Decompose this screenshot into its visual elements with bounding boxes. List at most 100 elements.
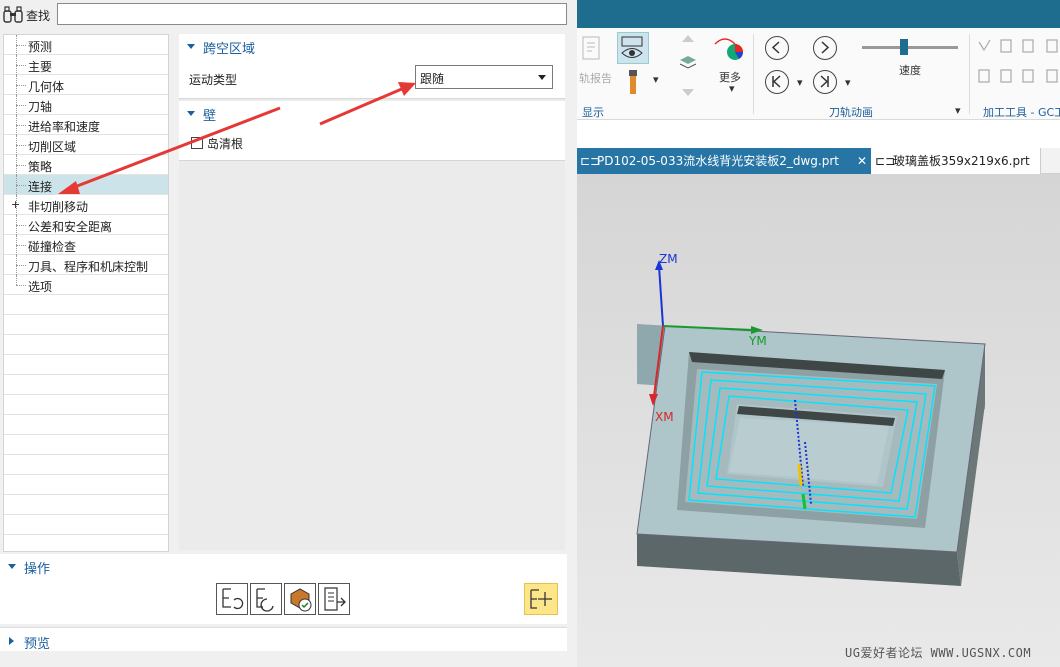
display-toggle-button[interactable] — [617, 32, 649, 64]
tree-empty-row — [4, 295, 168, 315]
expand-icon[interactable] — [9, 637, 14, 645]
tree-connector — [16, 225, 26, 226]
chevron-down-icon[interactable]: ▾ — [653, 73, 659, 86]
tree-empty-row — [4, 335, 168, 355]
motion-type-select[interactable]: 跟随 — [415, 65, 553, 89]
tree-item-tolerances[interactable]: 公差和安全距离 — [4, 215, 168, 235]
tree-connector — [16, 275, 17, 285]
chevron-down-icon[interactable]: ▾ — [729, 82, 735, 95]
display-group-label: 显示 — [582, 106, 604, 119]
collapse-icon[interactable] — [187, 44, 195, 49]
replay-button[interactable] — [250, 583, 282, 615]
tree-item-tool-axis[interactable]: 刀轴 — [4, 95, 168, 115]
binoculars-icon — [3, 6, 23, 23]
tree-connector — [16, 145, 26, 146]
list-icon — [324, 587, 346, 611]
tree-connector — [16, 265, 26, 266]
part-icon: ⊏⊐ — [580, 154, 601, 168]
tab-active-part[interactable]: ⊏⊐ PD102-05-033流水线背光安装板2_dwg.prt ✕ — [577, 148, 871, 174]
island-cleanup-checkbox[interactable] — [191, 137, 203, 149]
tree-item-cut-area[interactable]: 切削区域 — [4, 135, 168, 155]
tree-item-label: 主要 — [28, 60, 53, 74]
animation-group-label: 刀轨动画 — [829, 106, 873, 119]
tree-empty-row — [4, 475, 168, 495]
collapse-icon[interactable] — [187, 111, 195, 116]
operations-group: 操作 — [0, 554, 567, 624]
tree-item-label: 公差和安全距离 — [28, 220, 113, 234]
tree-connector — [16, 65, 26, 66]
tree-connector — [16, 125, 26, 126]
z-axis-label: ZM — [659, 252, 678, 266]
ribbon: 轨报告 ▾ 更多 ▾ 显示 ▾ ▾ 速度 刀轨动画 ▾ 加工工具 - GC工 — [577, 28, 1060, 120]
expand-icon[interactable]: + — [11, 199, 20, 210]
tree-item-feeds-speeds[interactable]: 进给率和速度 — [4, 115, 168, 135]
report-icon[interactable] — [579, 34, 609, 70]
tab-label: PD102-05-033流水线背光安装板2_dwg.prt — [597, 154, 839, 168]
machining-tools-icons[interactable] — [975, 38, 1060, 98]
group-title[interactable]: 壁 — [203, 105, 216, 124]
speed-slider-track[interactable] — [862, 46, 958, 49]
nx-window: 轨报告 ▾ 更多 ▾ 显示 ▾ ▾ 速度 刀轨动画 ▾ 加工工具 - GC工 ⊏… — [577, 0, 1060, 667]
ribbon-separator — [753, 34, 754, 114]
group-title[interactable]: 跨空区域 — [203, 38, 255, 57]
part-icon: ⊏⊐ — [875, 154, 896, 168]
path-edit-button[interactable] — [524, 583, 558, 615]
tree-item-geometry[interactable]: 几何体 — [4, 75, 168, 95]
machining-tools-group-label: 加工工具 - GC工 — [983, 106, 1060, 119]
toolbar-gap — [577, 120, 1060, 148]
tree-item-label: 刀轴 — [28, 100, 53, 114]
chevron-down-icon[interactable]: ▾ — [797, 76, 803, 89]
rewind-icon — [772, 75, 781, 88]
tree-empty-row — [4, 315, 168, 335]
tree-item-forecast[interactable]: 预测 — [4, 35, 168, 55]
tree-connector — [16, 165, 26, 166]
close-icon[interactable]: ✕ — [857, 148, 867, 174]
step-back-button[interactable] — [765, 36, 789, 60]
speed-slider-thumb[interactable] — [900, 39, 908, 55]
tree-connector — [16, 245, 26, 246]
title-bar — [577, 0, 1060, 28]
collapse-icon[interactable] — [8, 564, 16, 569]
step-back-icon — [771, 41, 780, 54]
tree-item-collision-check[interactable]: 碰撞检查 — [4, 235, 168, 255]
tree-item-options[interactable]: 选项 — [4, 275, 168, 295]
preview-title[interactable]: 预览 — [24, 633, 50, 652]
rewind-button[interactable] — [765, 70, 789, 94]
tree-item-label: 预测 — [28, 40, 53, 54]
play-button[interactable] — [813, 36, 837, 60]
document-tabs: ⊏⊐ PD102-05-033流水线背光安装板2_dwg.prt ✕ ⊏⊐ 玻璃… — [577, 148, 1060, 174]
preview-group: 预览 — [0, 627, 567, 652]
x-axis-label: XM — [655, 410, 674, 424]
layer-icons — [679, 35, 697, 96]
tree-empty-row — [4, 495, 168, 515]
tree-empty-row — [4, 455, 168, 475]
verify-button[interactable] — [284, 583, 316, 615]
tree-item-main[interactable]: 主要 — [4, 55, 168, 75]
ribbon-separator — [969, 34, 970, 114]
chevron-down-icon[interactable]: ▾ — [845, 76, 851, 89]
find-input[interactable] — [57, 3, 567, 25]
more-icon[interactable] — [711, 32, 747, 68]
fast-forward-button[interactable] — [813, 70, 837, 94]
tree-item-label: 连接 — [26, 178, 55, 195]
generate-button[interactable] — [216, 583, 248, 615]
tree-item-strategy[interactable]: 策略 — [4, 155, 168, 175]
settings-panel: 跨空区域 运动类型 跟随 壁 岛清根 — [179, 34, 565, 550]
motion-type-value: 跟随 — [420, 72, 445, 86]
tree-connector — [16, 85, 26, 86]
navigation-tree: 预测 主要 几何体 刀轴 进给率和速度 切削区域 策略 连接 + 非切削移动 公差… — [3, 34, 169, 552]
tree-item-tool-program-machine[interactable]: 刀具、程序和机床控制 — [4, 255, 168, 275]
operations-title[interactable]: 操作 — [24, 558, 50, 577]
tab-glass-cover[interactable]: ⊏⊐ 玻璃盖板359x219x6.prt — [871, 148, 1041, 174]
graphics-viewport[interactable]: ZM YM XM UG爱好者论坛 WWW.UGSNX.COM — [577, 174, 1060, 667]
eye-icon — [621, 36, 643, 58]
tree-item-connection[interactable]: 连接 — [4, 175, 168, 195]
path-edit-icon — [530, 589, 552, 609]
list-button[interactable] — [318, 583, 350, 615]
tool-icon[interactable] — [623, 68, 643, 98]
chevron-down-icon[interactable]: ▾ — [955, 104, 961, 117]
tree-item-non-cutting-moves[interactable]: + 非切削移动 — [4, 195, 168, 215]
tree-item-label: 非切削移动 — [28, 200, 89, 214]
speed-label: 速度 — [899, 64, 921, 77]
watermark: UG爱好者论坛 WWW.UGSNX.COM — [845, 646, 1032, 660]
